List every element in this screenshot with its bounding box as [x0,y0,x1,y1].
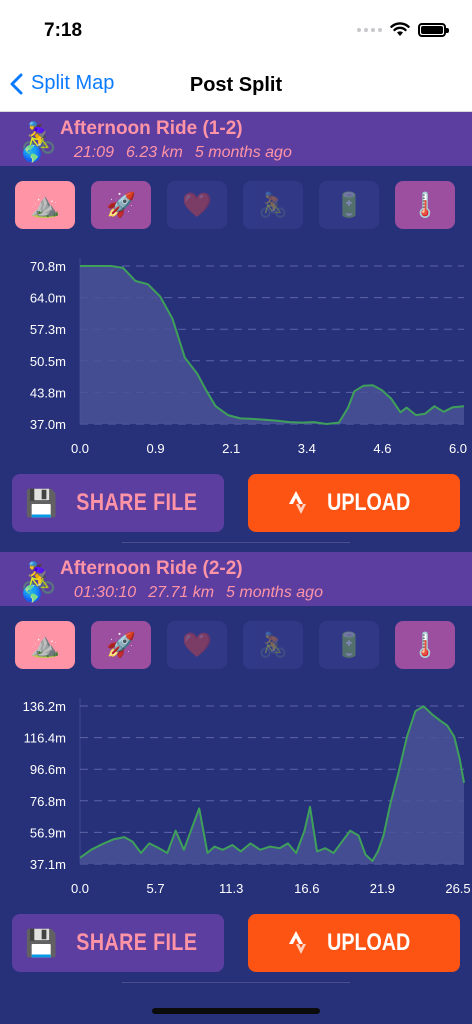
cellular-signal-icon [357,27,382,32]
metric-speed-button[interactable]: 🚀 [91,181,151,229]
strava-icon [289,931,307,954]
y-tick-label: 76.8m [30,794,66,809]
metric-cadence-button[interactable]: 🚴 [243,621,303,669]
x-tick-label: 0.0 [71,881,89,896]
x-tick-label: 21.9 [370,881,395,896]
y-tick-label: 116.4m [24,731,66,746]
metric-cadence-button[interactable]: 🚴 [243,181,303,229]
ride-distance: 27.71 km [148,584,215,601]
metric-heart-rate-button[interactable]: ❤️ [167,621,227,669]
y-tick-label: 96.6m [30,762,66,777]
share-file-button[interactable]: 💾 SHARE FILE [12,474,224,532]
ride-section: 🚴‍♀️ Afternoon Ride (2-2) 🌎 01:30:10 27.… [0,552,472,994]
elevation-icon: ⛰️ [30,191,60,219]
metric-power-button[interactable]: 🔋 [319,181,379,229]
metric-selector: ⛰️ 🚀 ❤️ 🚴 🔋 🌡️ [15,621,457,671]
power-icon: 🔋 [334,191,364,219]
page-title: Post Split [189,74,283,96]
upload-button[interactable]: UPLOAD [248,474,460,532]
metric-elevation-button[interactable]: ⛰️ [15,181,75,229]
y-tick-label: 37.1m [30,857,66,872]
status-bar: 7:18 [0,0,472,60]
cadence-icon: 🚴 [258,191,288,219]
action-buttons: 💾 SHARE FILE UPLOAD [12,914,460,972]
x-tick-label: 11.3 [219,881,243,896]
y-tick-label: 50.5m [30,354,66,369]
metric-heart-rate-button[interactable]: ❤️ [167,181,227,229]
upload-label: UPLOAD [327,929,411,956]
x-tick-label: 26.5 [445,881,470,896]
upload-label: UPLOAD [327,489,411,516]
wifi-icon [390,22,410,36]
floppy-disk-icon: 💾 [24,927,58,958]
x-tick-label: 3.4 [298,441,316,456]
ride-section: 🚴‍♀️ Afternoon Ride (1-2) 🌎 21:09 6.23 k… [0,112,472,552]
x-tick-label: 4.6 [373,441,391,456]
elevation-chart: 136.2m 116.4m 96.6m 76.8m 56.9m 37.1m 0.0 5.7 11… [0,686,472,912]
divider [122,982,350,983]
x-tick-label: 0.0 [71,441,89,456]
chart-svg: 136.2m 116.4m 96.6m 76.8m 56.9m 37.1m 0.0 5.7 11… [23,698,471,896]
ride-header: 🚴‍♀️ Afternoon Ride (2-2) 🌎 01:30:10 27.… [0,552,472,606]
metric-selector: ⛰️ 🚀 ❤️ 🚴 🔋 🌡️ [15,181,457,231]
action-buttons: 💾 SHARE FILE UPLOAD [12,474,460,532]
ride-title: Afternoon Ride (2-2) [60,558,243,579]
ride-ago: 5 months ago [194,144,292,161]
speed-icon: 🚀 [106,191,136,219]
temperature-icon: 🌡️ [410,191,440,219]
floppy-disk-icon: 💾 [24,487,58,518]
metric-temperature-button[interactable]: 🌡️ [395,181,455,229]
ride-header: 🚴‍♀️ Afternoon Ride (1-2) 🌎 21:09 6.23 k… [0,112,472,166]
metric-temperature-button[interactable]: 🌡️ [395,621,455,669]
x-tick-label: 16.6 [294,881,319,896]
cadence-icon: 🚴 [258,631,288,659]
globe-icon: 🌎 [22,146,42,163]
y-tick-label: 136.2m [23,699,66,714]
metric-elevation-button[interactable]: ⛰️ [15,621,75,669]
x-tick-label: 2.1 [222,441,240,456]
y-tick-label: 70.8m [30,259,66,274]
metric-speed-button[interactable]: 🚀 [91,621,151,669]
elevation-area [80,266,464,424]
speed-icon: 🚀 [106,631,136,659]
divider [122,542,350,543]
y-tick-label: 43.8m [30,385,66,400]
metric-power-button[interactable]: 🔋 [319,621,379,669]
share-file-label: SHARE FILE [76,929,198,956]
upload-button[interactable]: UPLOAD [248,914,460,972]
battery-icon [418,22,449,37]
ride-ago: 5 months ago [226,584,323,601]
status-time: 7:18 [44,20,83,41]
y-tick-label: 56.9m [30,825,66,840]
y-tick-label: 37.0m [30,417,66,432]
ride-duration: 01:30:10 [73,584,137,601]
temperature-icon: 🌡️ [410,631,440,659]
ride-meta: 🌎 21:09 6.23 km 5 months ago [22,144,292,164]
chart-svg: 70.8m 64.0m 57.3m 50.5m 43.8m 37.0m 0.0 0.9 2.1 3… [30,258,467,456]
x-tick-label: 6.0 [449,441,467,456]
elevation-chart: 70.8m 64.0m 57.3m 50.5m 43.8m 37.0m 0.0 0.9 2.1 3… [0,246,472,472]
elevation-icon: ⛰️ [30,631,60,659]
share-file-button[interactable]: 💾 SHARE FILE [12,914,224,972]
power-icon: 🔋 [334,631,364,659]
share-file-label: SHARE FILE [76,489,198,516]
globe-icon: 🌎 [22,586,42,603]
x-tick-label: 0.9 [147,441,165,456]
ride-distance: 6.23 km [125,144,183,161]
heart-rate-icon: ❤️ [182,631,212,659]
home-indicator[interactable] [152,1008,320,1014]
y-tick-label: 57.3m [30,322,66,337]
strava-icon [289,491,307,514]
navigation-bar: Split Map Post Split [0,60,472,112]
status-icons [357,22,449,37]
ride-duration: 21:09 [73,144,114,161]
ride-meta: 🌎 01:30:10 27.71 km 5 months ago [22,584,323,604]
ride-title: Afternoon Ride (1-2) [60,118,243,139]
elevation-area [80,706,464,864]
x-tick-label: 5.7 [147,881,165,896]
y-tick-label: 64.0m [30,291,66,306]
heart-rate-icon: ❤️ [182,191,212,219]
